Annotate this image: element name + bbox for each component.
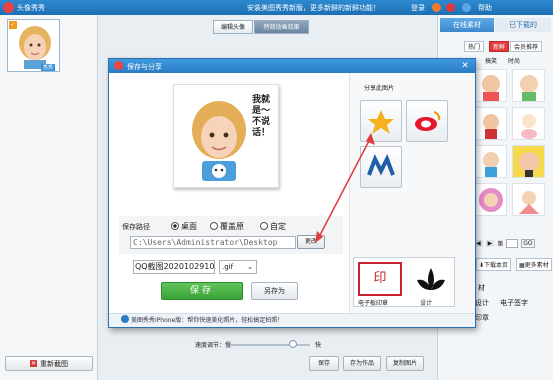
radio-dot bbox=[210, 222, 218, 230]
right-list-item[interactable]: 设计 bbox=[475, 298, 489, 308]
thumb-tag: 秀秀 bbox=[41, 64, 56, 71]
radio-desktop[interactable]: 桌面 bbox=[171, 221, 197, 232]
sticker-preview: 我就是～不说话！ bbox=[173, 84, 279, 188]
qq-icon[interactable] bbox=[462, 3, 471, 12]
help-link[interactable]: 帮助 bbox=[478, 3, 492, 13]
login-link[interactable]: 登录 bbox=[411, 3, 425, 13]
speed-label: 速度调节：慢 bbox=[195, 342, 232, 349]
material-cell[interactable] bbox=[474, 69, 507, 102]
chip-new[interactable]: 新鲜 bbox=[489, 41, 510, 52]
radio-dot bbox=[171, 222, 179, 230]
save-path-label: 保存路径 bbox=[122, 223, 150, 231]
page-label: 第 bbox=[497, 241, 504, 248]
iphone-promo-icon bbox=[121, 315, 129, 323]
pager: ◀ ▶ 第 GO bbox=[474, 238, 551, 249]
material-cell[interactable] bbox=[512, 69, 545, 102]
dialog-save-as-button[interactable]: 另存为 bbox=[251, 282, 298, 300]
preview-caption: 我就是～不说话！ bbox=[252, 95, 271, 138]
radio-overwrite[interactable]: 覆盖原 bbox=[210, 221, 244, 232]
tab-online-material[interactable]: 在线素材 bbox=[440, 18, 494, 32]
go-button[interactable]: GO bbox=[521, 239, 535, 248]
material-cell[interactable] bbox=[474, 145, 507, 178]
dialog-close-icon[interactable]: ✕ bbox=[459, 60, 471, 72]
app-logo-icon bbox=[3, 2, 14, 13]
save-as-work-button[interactable]: 存为作品 bbox=[343, 356, 381, 371]
material-cell[interactable] bbox=[512, 107, 545, 140]
sticker-label: 设计 bbox=[420, 300, 433, 307]
dialog-title-bar[interactable]: 保存与分享 ✕ bbox=[109, 59, 475, 73]
dialog-title: 保存与分享 bbox=[127, 63, 162, 71]
selected-check-icon: ✓ bbox=[9, 21, 17, 29]
chip-fashion[interactable]: 时尚 bbox=[508, 56, 520, 65]
dialog-footer[interactable]: 美图秀秀iPhone版：帮你快速美化照片，轻松搞定拍照！ bbox=[109, 313, 475, 327]
tab-downloaded[interactable]: 已下载的 bbox=[495, 18, 551, 32]
right-list-item[interactable]: 材 bbox=[478, 283, 485, 293]
page-input[interactable] bbox=[506, 239, 519, 248]
material-cell[interactable] bbox=[512, 183, 545, 216]
chip-hot[interactable]: 热门 bbox=[464, 41, 485, 52]
next-page-button[interactable]: ▶ bbox=[485, 240, 495, 247]
filename-input[interactable]: QQ截图20201029103638 bbox=[133, 260, 215, 274]
material-cell[interactable] bbox=[512, 145, 545, 178]
chevron-down-icon: ⌄ bbox=[247, 263, 253, 271]
radio-custom[interactable]: 自定 bbox=[260, 221, 286, 232]
more-material-button[interactable]: ▦更多素材 bbox=[516, 258, 552, 271]
weibo-icon bbox=[415, 111, 441, 131]
weibo-icon[interactable] bbox=[446, 3, 455, 12]
tab-effect-animation[interactable]: 特效动画效果 bbox=[254, 20, 309, 34]
dialog-save-button[interactable]: 保存 bbox=[161, 282, 243, 300]
tab-edit-avatar[interactable]: 编辑头像 bbox=[213, 20, 253, 34]
app-slogan[interactable]: 安装美图秀秀新版，更多新鲜的新鲜功能！ bbox=[247, 3, 380, 13]
dialog-app-icon bbox=[114, 61, 123, 70]
speed-fast-label: 快 bbox=[315, 342, 322, 349]
user-icon[interactable] bbox=[432, 3, 441, 12]
material-cell[interactable] bbox=[474, 183, 507, 216]
download-page-button[interactable]: ⬇下载本页 bbox=[476, 258, 512, 271]
share-weibo-button[interactable] bbox=[406, 100, 448, 142]
recrop-label: 重新截图 bbox=[40, 359, 68, 368]
speed-slider-handle[interactable] bbox=[289, 340, 297, 348]
share-label: 分享此图片 bbox=[364, 85, 395, 92]
material-cell[interactable] bbox=[474, 107, 507, 140]
avatar-thumbnail[interactable]: ✓ 秀秀 bbox=[7, 19, 60, 72]
right-list-item[interactable]: 印章 bbox=[475, 313, 489, 323]
copy-image-button[interactable]: 复制图片 bbox=[386, 356, 424, 371]
child-face-image bbox=[19, 26, 51, 69]
file-extension-select[interactable]: .gif ⌄ bbox=[219, 260, 257, 274]
save-button[interactable]: 保存 bbox=[309, 356, 339, 371]
radio-dot bbox=[260, 222, 268, 230]
sticker-suggestions: 印 电子板印章 设计 bbox=[353, 257, 455, 307]
lotus-icon[interactable] bbox=[412, 262, 450, 296]
right-list-item[interactable]: 电子签字 bbox=[500, 298, 528, 308]
recrop-button[interactable]: ✕ 重新截图 bbox=[5, 356, 93, 371]
speed-slider-track[interactable] bbox=[230, 344, 310, 346]
title-bar: 头像秀秀 安装美图秀秀新版，更多新鲜的新鲜功能！ 登录 帮助 bbox=[0, 0, 553, 15]
chip-member[interactable]: 会员推荐 bbox=[510, 41, 543, 52]
seal-stamp-image[interactable]: 印 bbox=[358, 262, 402, 296]
save-path-input[interactable]: C:\Users\Administrator\Desktop bbox=[130, 236, 296, 249]
red-annotation-arrow bbox=[315, 133, 375, 243]
save-share-dialog: 保存与分享 ✕ 我就是～不说话！ 保存路径 桌面 覆盖原 自定 C:\Users… bbox=[108, 58, 476, 328]
recrop-icon: ✕ bbox=[30, 360, 37, 367]
left-thumbnail-panel: ✓ 秀秀 ✕ 重新截图 bbox=[0, 15, 98, 380]
chip-funny[interactable]: 搞笑 bbox=[485, 56, 497, 65]
app-title: 头像秀秀 bbox=[17, 4, 45, 12]
sticker-label: 电子板印章 bbox=[358, 300, 389, 307]
